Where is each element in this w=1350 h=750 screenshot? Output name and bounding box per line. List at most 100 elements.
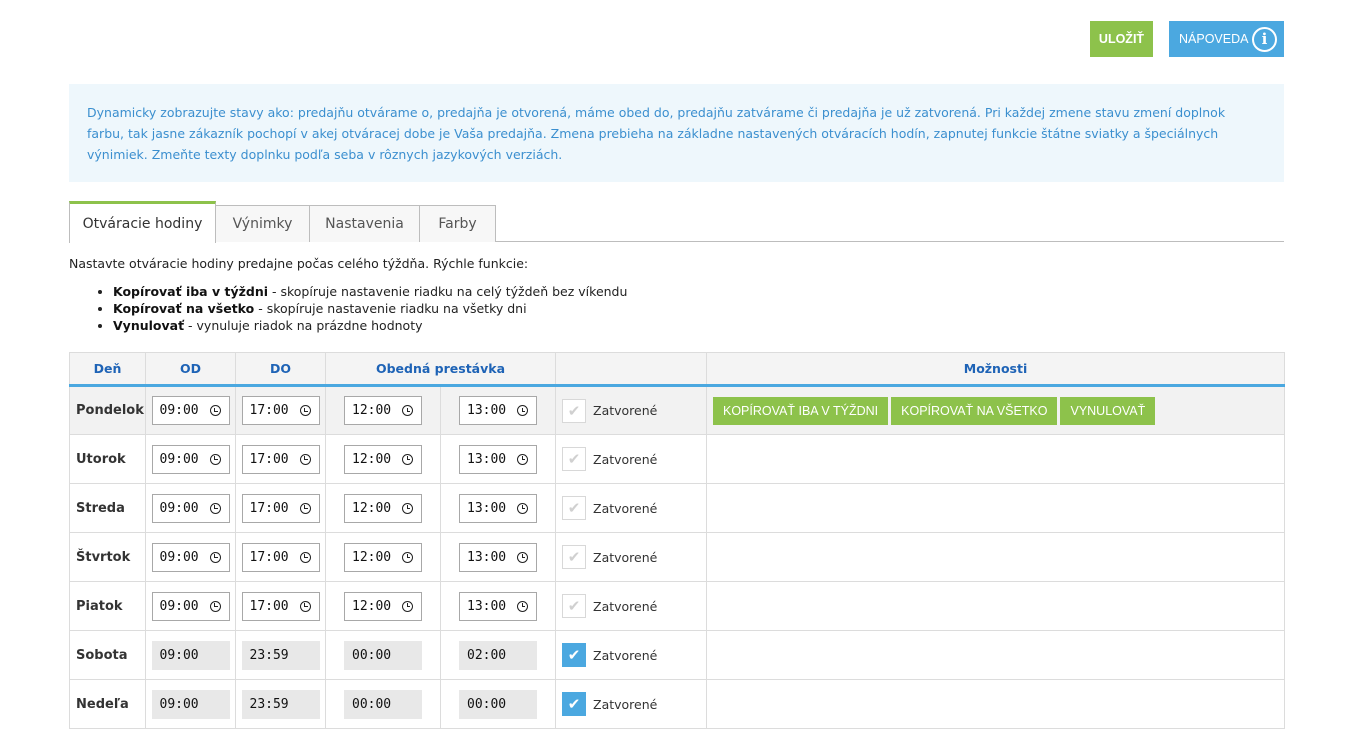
closed-toggle: ✔ Zatvorené <box>562 545 706 569</box>
closed-cell: ✔ Zatvorené <box>555 679 707 729</box>
break-to-time-input[interactable]: 13:00 <box>459 591 537 621</box>
closed-cell: ✔ Zatvorené <box>555 581 707 631</box>
tab-opening-hours[interactable]: Otváracie hodiny <box>69 201 216 243</box>
time-value: 09:00 <box>159 451 199 467</box>
time-cell: 09:00 <box>145 581 236 631</box>
closed-checkbox[interactable]: ✔ <box>562 692 586 716</box>
col-header-od: OD <box>145 352 236 387</box>
break-to-time-input[interactable]: 13:00 <box>459 396 537 425</box>
time-value: 23:59 <box>249 696 289 712</box>
closed-checkbox[interactable]: ✔ <box>562 643 586 667</box>
day-name: Sobota <box>69 630 146 680</box>
time-value: 13:00 <box>467 598 507 614</box>
time-value: 02:00 <box>467 647 507 663</box>
closed-checkbox[interactable]: ✔ <box>562 545 586 569</box>
time-value: 00:00 <box>352 696 392 712</box>
intro-section: Nastavte otváracie hodiny predajne počas… <box>69 256 627 334</box>
break-from-time-input[interactable]: 12:00 <box>344 396 422 425</box>
time-cell: 09:00 <box>145 434 236 484</box>
break-to-time-input[interactable]: 13:00 <box>459 493 537 523</box>
list-item-title: Vynulovať <box>113 318 185 333</box>
time-cell: 13:00 <box>440 434 556 484</box>
tab-bar: Otváracie hodiny Výnimky Nastavenia Farb… <box>69 201 1284 243</box>
time-value: 17:00 <box>249 598 289 614</box>
time-value: 23:59 <box>249 647 289 663</box>
list-item-title: Kopírovať na všetko <box>113 301 255 316</box>
od-time-input[interactable]: 09:00 <box>151 591 230 621</box>
time-value: 12:00 <box>352 549 392 565</box>
time-cell: 12:00 <box>325 581 441 631</box>
copy-all-button[interactable]: KOPÍROVAŤ NA VŠETKO <box>891 396 1058 425</box>
clock-icon <box>209 405 221 416</box>
tab-colors[interactable]: Farby <box>420 205 496 242</box>
time-cell: 12:00 <box>325 434 441 484</box>
time-value: 00:00 <box>467 696 507 712</box>
time-value: 00:00 <box>352 647 392 663</box>
clock-icon <box>517 453 528 465</box>
help-button[interactable]: NÁPOVEDA i <box>1169 21 1284 57</box>
reset-button[interactable]: VYNULOVAŤ <box>1060 396 1156 425</box>
closed-cell: ✔ Zatvorené <box>555 483 707 533</box>
closed-toggle: ✔ Zatvorené <box>562 496 706 520</box>
table-row: Pondelok 09:00 17:00 12:00 13:00 ✔ Zatvorené KO… <box>69 385 1285 435</box>
break-to-time-input[interactable]: 13:00 <box>459 444 537 474</box>
do-time-input[interactable]: 17:00 <box>241 396 320 425</box>
time-cell: 13:00 <box>440 581 556 631</box>
time-value: 13:00 <box>467 500 507 516</box>
do-time-input[interactable]: 17:00 <box>241 493 320 523</box>
table-row: Sobota 09:00 23:59 00:00 02:00 ✔ Zatvorené <box>69 630 1285 680</box>
time-value: 09:00 <box>159 647 199 663</box>
clock-icon <box>402 502 413 514</box>
info-icon: i <box>1252 26 1277 52</box>
options-cell <box>706 434 1285 484</box>
time-cell: 00:00 <box>440 679 556 729</box>
time-value: 17:00 <box>249 500 289 516</box>
check-icon: ✔ <box>567 401 581 420</box>
check-icon: ✔ <box>567 499 581 517</box>
clock-icon <box>402 453 413 465</box>
break-from-time-input[interactable]: 12:00 <box>344 591 422 621</box>
do-time-input[interactable]: 17:00 <box>241 542 320 572</box>
tab-settings[interactable]: Nastavenia <box>310 205 420 242</box>
time-cell: 23:59 <box>235 679 326 729</box>
tab-exceptions[interactable]: Výnimky <box>216 205 310 242</box>
clock-icon <box>299 551 311 563</box>
closed-checkbox[interactable]: ✔ <box>562 594 586 618</box>
save-button[interactable]: ULOŽIŤ <box>1090 21 1153 57</box>
break-to-time-input[interactable]: 13:00 <box>459 542 537 572</box>
break-from-time-input[interactable]: 12:00 <box>344 444 422 474</box>
clock-icon <box>402 551 413 563</box>
break-from-time-input: 00:00 <box>344 689 422 719</box>
list-item-desc: - vynuluje riadok na prázdne hodnoty <box>184 318 423 333</box>
time-cell: 23:59 <box>235 630 326 680</box>
time-cell: 12:00 <box>325 385 441 435</box>
closed-checkbox[interactable]: ✔ <box>562 398 586 423</box>
clock-icon <box>209 502 221 514</box>
od-time-input[interactable]: 09:00 <box>151 396 230 425</box>
od-time-input[interactable]: 09:00 <box>151 493 230 523</box>
time-value: 13:00 <box>467 549 507 565</box>
break-from-time-input[interactable]: 12:00 <box>344 493 422 523</box>
table-row: Utorok 09:00 17:00 12:00 13:00 ✔ Zatvorené <box>69 434 1285 484</box>
closed-checkbox[interactable]: ✔ <box>562 447 586 471</box>
closed-label: Zatvorené <box>593 647 658 663</box>
closed-label: Zatvorené <box>593 500 658 516</box>
time-cell: 02:00 <box>440 630 556 680</box>
closed-toggle: ✔ Zatvorené <box>562 447 706 471</box>
time-cell: 09:00 <box>145 630 236 680</box>
clock-icon <box>517 551 528 563</box>
day-name: Piatok <box>69 581 146 631</box>
options-cell <box>706 630 1285 680</box>
od-time-input[interactable]: 09:00 <box>151 542 230 572</box>
check-icon: ✔ <box>567 695 581 713</box>
table-row: Štvrtok 09:00 17:00 12:00 13:00 ✔ Zatvorené <box>69 532 1285 582</box>
time-cell: 17:00 <box>235 434 326 484</box>
copy-weekdays-button[interactable]: KOPÍROVAŤ IBA V TÝŽDNI <box>713 396 889 425</box>
od-time-input[interactable]: 09:00 <box>151 444 230 474</box>
do-time-input[interactable]: 17:00 <box>241 444 320 474</box>
break-from-time-input[interactable]: 12:00 <box>344 542 422 572</box>
closed-label: Zatvorené <box>593 598 658 614</box>
closed-checkbox[interactable]: ✔ <box>562 496 586 520</box>
do-time-input[interactable]: 17:00 <box>241 591 320 621</box>
time-value: 09:00 <box>159 403 199 418</box>
